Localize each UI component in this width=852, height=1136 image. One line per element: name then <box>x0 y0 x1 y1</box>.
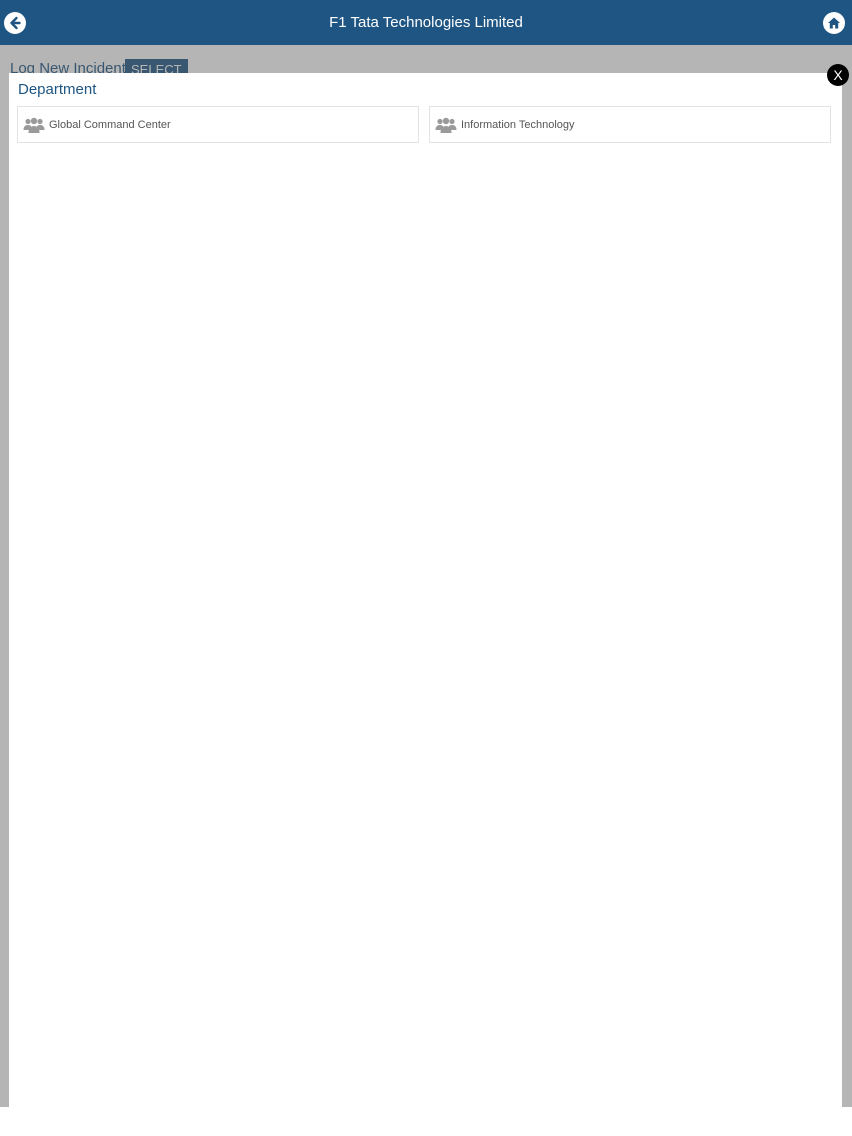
group-icon <box>435 116 457 134</box>
close-modal-button[interactable]: X <box>827 64 849 86</box>
department-item-label: Information Technology <box>461 118 575 131</box>
app-header: F1 Tata Technologies Limited <box>0 0 852 45</box>
group-icon <box>23 116 45 134</box>
department-item-label: Global Command Center <box>49 118 171 131</box>
department-item-information-technology[interactable]: Information Technology <box>429 106 831 143</box>
modal-title: Department <box>18 81 97 98</box>
department-modal: Department Global Command Center Informa… <box>9 73 842 1107</box>
home-button[interactable] <box>823 12 845 34</box>
department-item-global-command-center[interactable]: Global Command Center <box>17 106 419 143</box>
bottom-strip <box>0 1107 852 1136</box>
app-title: F1 Tata Technologies Limited <box>329 14 523 31</box>
home-icon <box>828 17 840 29</box>
